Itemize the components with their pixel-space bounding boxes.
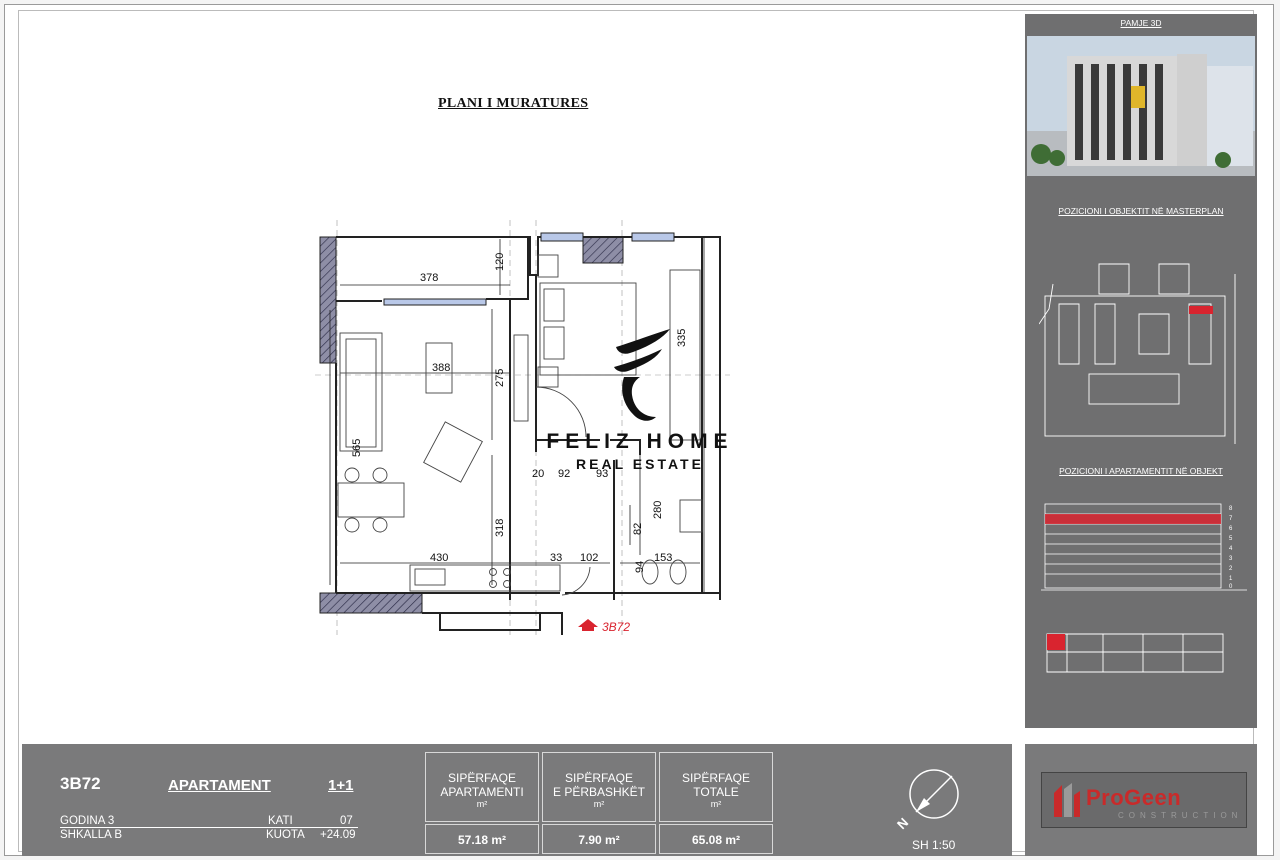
masterplan-label: POZICIONI I OBJEKTIT NË MASTERPLAN xyxy=(1058,206,1224,216)
area-common-header: SIPËRFAQE E PËRBASHKËT m² xyxy=(542,752,656,822)
wall-hatch-left xyxy=(319,236,337,364)
area-total-header: SIPËRFAQE TOTALE m² xyxy=(659,752,773,822)
staircase-label: SHKALLA B xyxy=(60,829,123,841)
entrance-arrow-icon xyxy=(578,619,598,631)
building-label: GODINA 3 xyxy=(60,815,115,827)
dim-565: 565 xyxy=(351,439,363,457)
dim-378: 378 xyxy=(420,272,438,284)
info-bar: 3B72 APARTAMENT 1+1 GODINA 3 KATI 07 SHK… xyxy=(22,744,1012,856)
scale-label: SH 1:50 xyxy=(912,838,956,852)
dim-82: 82 xyxy=(632,523,644,535)
building-elevation: 8 7 6 5 4 3 2 1 0 xyxy=(1041,503,1247,591)
floor-value: 07 xyxy=(340,815,353,827)
floor-num-2: 2 xyxy=(1229,566,1233,572)
wash-basin xyxy=(679,499,703,533)
kitchen-sink xyxy=(414,568,446,586)
dim-153: 153 xyxy=(654,552,672,564)
watermark-sub: REAL ESTATE xyxy=(576,456,704,472)
floor-key-plan xyxy=(1046,633,1224,673)
floor-num-3: 3 xyxy=(1229,556,1233,562)
dim-280: 280 xyxy=(652,501,664,519)
floor-num-7: 7 xyxy=(1229,516,1233,522)
feliz-logo-icon xyxy=(614,329,670,421)
masterplan-map xyxy=(1039,263,1236,444)
floor-num-6: 6 xyxy=(1229,526,1233,532)
area-apartment-header: SIPËRFAQE APARTAMENTI m² xyxy=(425,752,539,822)
dim-94: 94 xyxy=(634,561,646,573)
unit-marker: 3B72 xyxy=(602,620,630,634)
wall-hatch-bottom xyxy=(319,592,423,614)
progeen-mark-icon xyxy=(1054,783,1080,817)
area-common-value: 7.90 m² xyxy=(542,824,656,854)
floor-label: KATI xyxy=(268,815,293,827)
info-divider xyxy=(60,827,358,828)
floor-num-1: 1 xyxy=(1229,576,1233,582)
area-total-value: 65.08 m² xyxy=(659,824,773,854)
logo-main: ProGeen xyxy=(1086,785,1182,810)
floor-highlight xyxy=(1045,514,1221,524)
watermark: FELIZ HOME REAL ESTATE xyxy=(530,325,750,472)
toilet xyxy=(669,559,687,585)
watermark-name: FELIZ HOME xyxy=(546,430,734,453)
north-arrow-icon xyxy=(909,769,959,819)
dim-120: 120 xyxy=(494,253,506,271)
floor-num-8: 8 xyxy=(1229,506,1233,512)
dim-102: 102 xyxy=(580,552,598,564)
armchair xyxy=(423,421,483,483)
floor-num-0: 0 xyxy=(1229,584,1233,590)
type-label: APARTAMENT xyxy=(168,777,271,794)
wardrobe xyxy=(513,334,529,422)
dim-430: 430 xyxy=(430,552,448,564)
pamje-label: PAMJE 3D xyxy=(1120,18,1162,28)
logo-panel: ProGeen CONSTRUCTION xyxy=(1025,744,1257,856)
floor-num-4: 4 xyxy=(1229,546,1233,552)
building-3d-render xyxy=(1027,36,1255,176)
plan-title: PLANI I MURATURES xyxy=(438,96,589,111)
dim-318: 318 xyxy=(494,519,506,537)
key-plan-highlight xyxy=(1047,634,1065,650)
masterplan-highlight xyxy=(1189,306,1213,314)
type-value: 1+1 xyxy=(328,777,354,794)
area-apartment-value: 57.18 m² xyxy=(425,824,539,854)
dining-table xyxy=(337,482,405,518)
level-label: KUOTA xyxy=(266,829,305,841)
apartment-position-label: POZICIONI I APARTAMENTIT NË OBJEKT xyxy=(1059,466,1223,476)
dim-33: 33 xyxy=(550,552,562,564)
unit-code: 3B72 xyxy=(60,774,101,793)
logo-sub: CONSTRUCTION xyxy=(1118,811,1243,820)
dim-388: 388 xyxy=(432,362,450,374)
progeen-logo: ProGeen CONSTRUCTION xyxy=(1041,772,1247,828)
floor-num-5: 5 xyxy=(1229,536,1233,542)
wall-hatch-top xyxy=(582,236,624,264)
side-panel: PAMJE 3D POZICIONI I OBJEKTIT NË MASTERP… xyxy=(1025,14,1257,728)
level-value: +24.09 xyxy=(320,829,356,841)
dim-275: 275 xyxy=(494,369,506,387)
